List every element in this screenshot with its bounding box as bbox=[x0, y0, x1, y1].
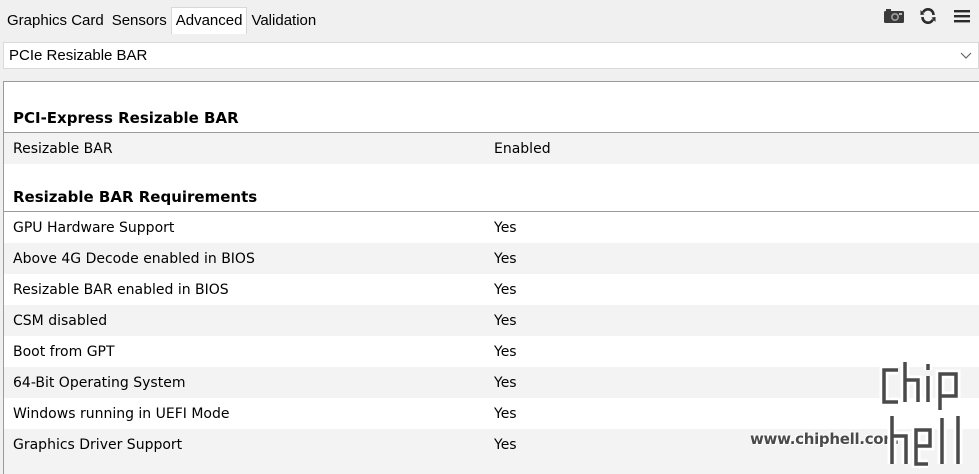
section-title-pcie-resizable-bar: PCI-Express Resizable BAR bbox=[4, 103, 979, 133]
row-label: CSM disabled bbox=[13, 312, 108, 329]
tab-validation[interactable]: Validation bbox=[247, 9, 320, 33]
row-value: Yes bbox=[494, 312, 517, 329]
row-value: Yes bbox=[494, 343, 517, 360]
details-panel: PCI-Express Resizable BAR Resizable BAR … bbox=[3, 81, 979, 474]
tab-graphics-card[interactable]: Graphics Card bbox=[3, 9, 108, 33]
table-row: Above 4G Decode enabled in BIOS Yes bbox=[4, 243, 979, 274]
camera-icon[interactable] bbox=[883, 6, 905, 26]
row-label: 64-Bit Operating System bbox=[13, 374, 186, 391]
toolbar bbox=[883, 6, 973, 26]
row-label: Boot from GPT bbox=[13, 343, 115, 360]
table-row: 64-Bit Operating System Yes bbox=[4, 367, 979, 398]
row-value: Yes bbox=[494, 436, 517, 453]
tab-list: Graphics Card Sensors Advanced Validatio… bbox=[3, 7, 320, 34]
tab-advanced[interactable]: Advanced bbox=[170, 7, 248, 34]
table-row: CSM disabled Yes bbox=[4, 305, 979, 336]
section-title-requirements: Resizable BAR Requirements bbox=[4, 182, 979, 212]
row-label: Resizable BAR enabled in BIOS bbox=[13, 281, 229, 298]
tab-sensors[interactable]: Sensors bbox=[108, 9, 171, 33]
row-label: Above 4G Decode enabled in BIOS bbox=[13, 250, 255, 267]
chiphell-logo bbox=[879, 362, 963, 468]
row-label: Windows running in UEFI Mode bbox=[13, 405, 230, 422]
row-label: Resizable BAR bbox=[13, 140, 113, 157]
refresh-icon[interactable] bbox=[917, 6, 939, 26]
row-value: Yes bbox=[494, 281, 517, 298]
tab-bar: Graphics Card Sensors Advanced Validatio… bbox=[0, 0, 979, 36]
view-select-dropdown[interactable]: PCIe Resizable BAR bbox=[3, 42, 979, 69]
table-row: Windows running in UEFI Mode Yes bbox=[4, 398, 979, 429]
row-value: Enabled bbox=[494, 140, 551, 157]
menu-icon[interactable] bbox=[951, 6, 973, 26]
table-row: Boot from GPT Yes bbox=[4, 336, 979, 367]
row-value: Yes bbox=[494, 374, 517, 391]
table-row: Resizable BAR Enabled bbox=[4, 133, 979, 164]
dropdown-selected-value: PCIe Resizable BAR bbox=[9, 47, 148, 64]
row-label: Graphics Driver Support bbox=[13, 436, 183, 453]
table-row: GPU Hardware Support Yes bbox=[4, 212, 979, 243]
table-row: Resizable BAR enabled in BIOS Yes bbox=[4, 274, 979, 305]
row-value: Yes bbox=[494, 405, 517, 422]
row-value: Yes bbox=[494, 250, 517, 267]
row-value: Yes bbox=[494, 219, 517, 236]
chevron-down-icon bbox=[960, 52, 972, 59]
watermark-url: www.chiphell.com bbox=[750, 430, 899, 448]
row-label: GPU Hardware Support bbox=[13, 219, 175, 236]
